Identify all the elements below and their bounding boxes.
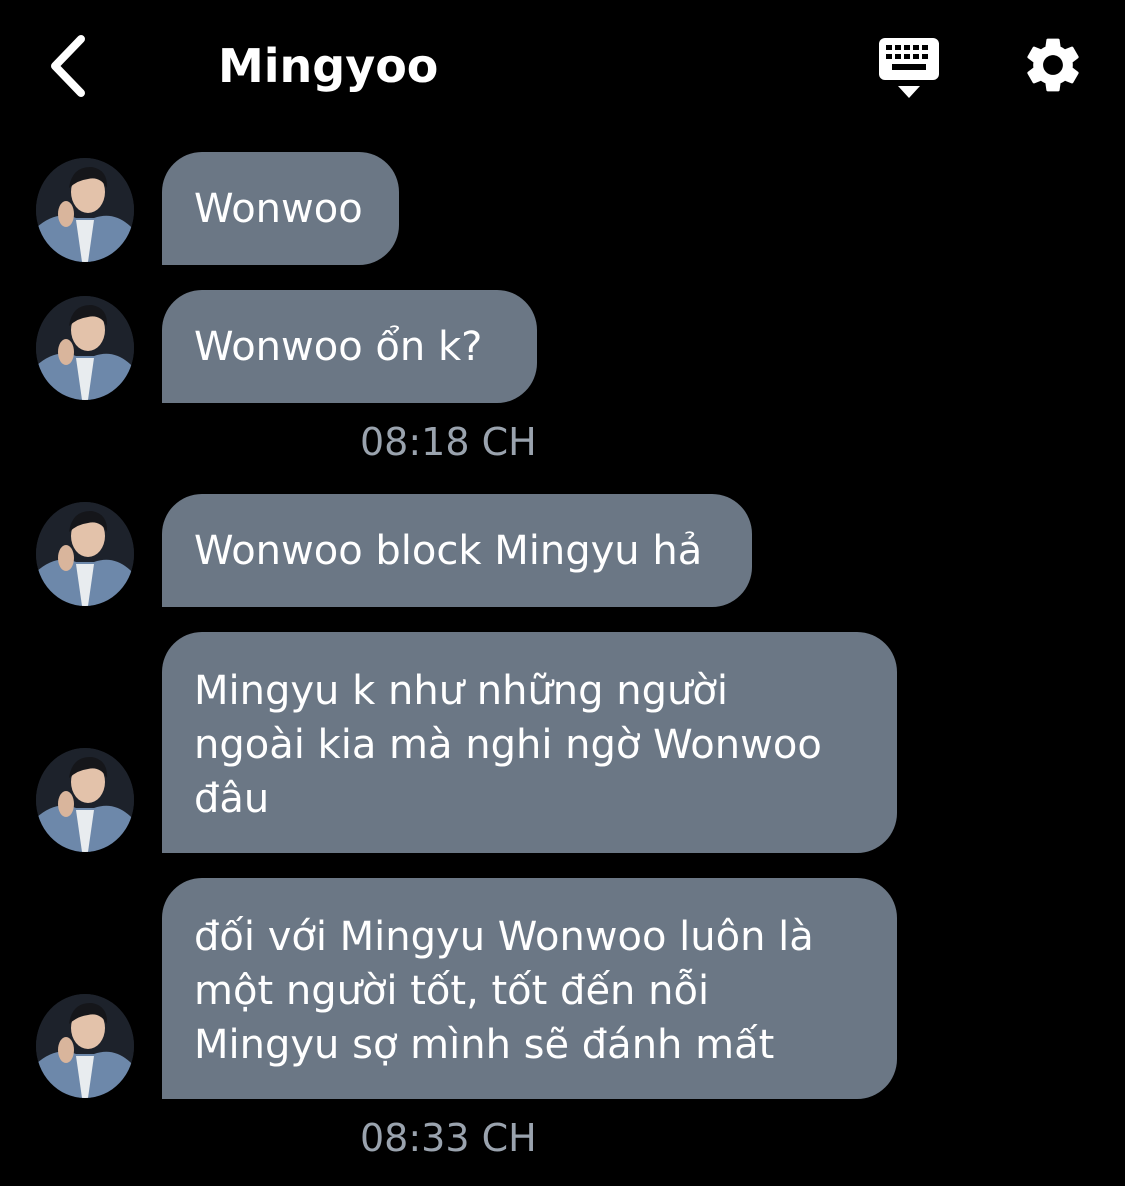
message-bubble[interactable]: Wonwoo ổn k? — [162, 290, 537, 403]
message-text: đối với Mingyu Wonwoo luôn là một người … — [194, 910, 814, 1072]
gear-icon — [1027, 38, 1079, 92]
message-timestamp: 08:18 CH — [360, 420, 537, 464]
back-button[interactable] — [38, 30, 98, 102]
avatar[interactable] — [36, 748, 134, 852]
avatar-photo — [36, 296, 134, 400]
avatar-photo — [36, 158, 134, 262]
message-line: đối với Mingyu Wonwoo luôn là — [194, 914, 814, 960]
message-line: ngoài kia mà nghi ngờ Wonwoo — [194, 722, 822, 768]
settings-button[interactable] — [1020, 32, 1086, 98]
message-text: Wonwoo block Mingyu hả — [194, 527, 703, 574]
message-text: Mingyu k như những người ngoài kia mà ng… — [194, 664, 822, 826]
avatar[interactable] — [36, 502, 134, 606]
message-text: Wonwoo — [194, 185, 363, 232]
message-line: đâu — [194, 776, 270, 822]
chat-header: Mingyoo — [0, 0, 1125, 130]
avatar-photo — [36, 502, 134, 606]
avatar[interactable] — [36, 296, 134, 400]
keyboard-icon — [879, 38, 939, 98]
chevron-left-icon — [51, 35, 85, 97]
message-line: một người tốt, tốt đến nỗi — [194, 968, 710, 1014]
avatar-photo — [36, 748, 134, 852]
keyboard-button[interactable] — [874, 36, 944, 102]
avatar[interactable] — [36, 158, 134, 262]
message-bubble[interactable]: Wonwoo — [162, 152, 399, 265]
message-line: Mingyu sợ mình sẽ đánh mất — [194, 1022, 775, 1068]
message-text: Wonwoo ổn k? — [194, 323, 483, 370]
message-bubble[interactable]: Wonwoo block Mingyu hả — [162, 494, 752, 607]
avatar[interactable] — [36, 994, 134, 1098]
message-line: Mingyu k như những người — [194, 668, 728, 714]
message-bubble[interactable]: đối với Mingyu Wonwoo luôn là một người … — [162, 878, 897, 1099]
chat-title: Mingyoo — [218, 39, 439, 93]
avatar-photo — [36, 994, 134, 1098]
message-bubble[interactable]: Mingyu k như những người ngoài kia mà ng… — [162, 632, 897, 853]
message-timestamp: 08:33 CH — [360, 1116, 537, 1160]
